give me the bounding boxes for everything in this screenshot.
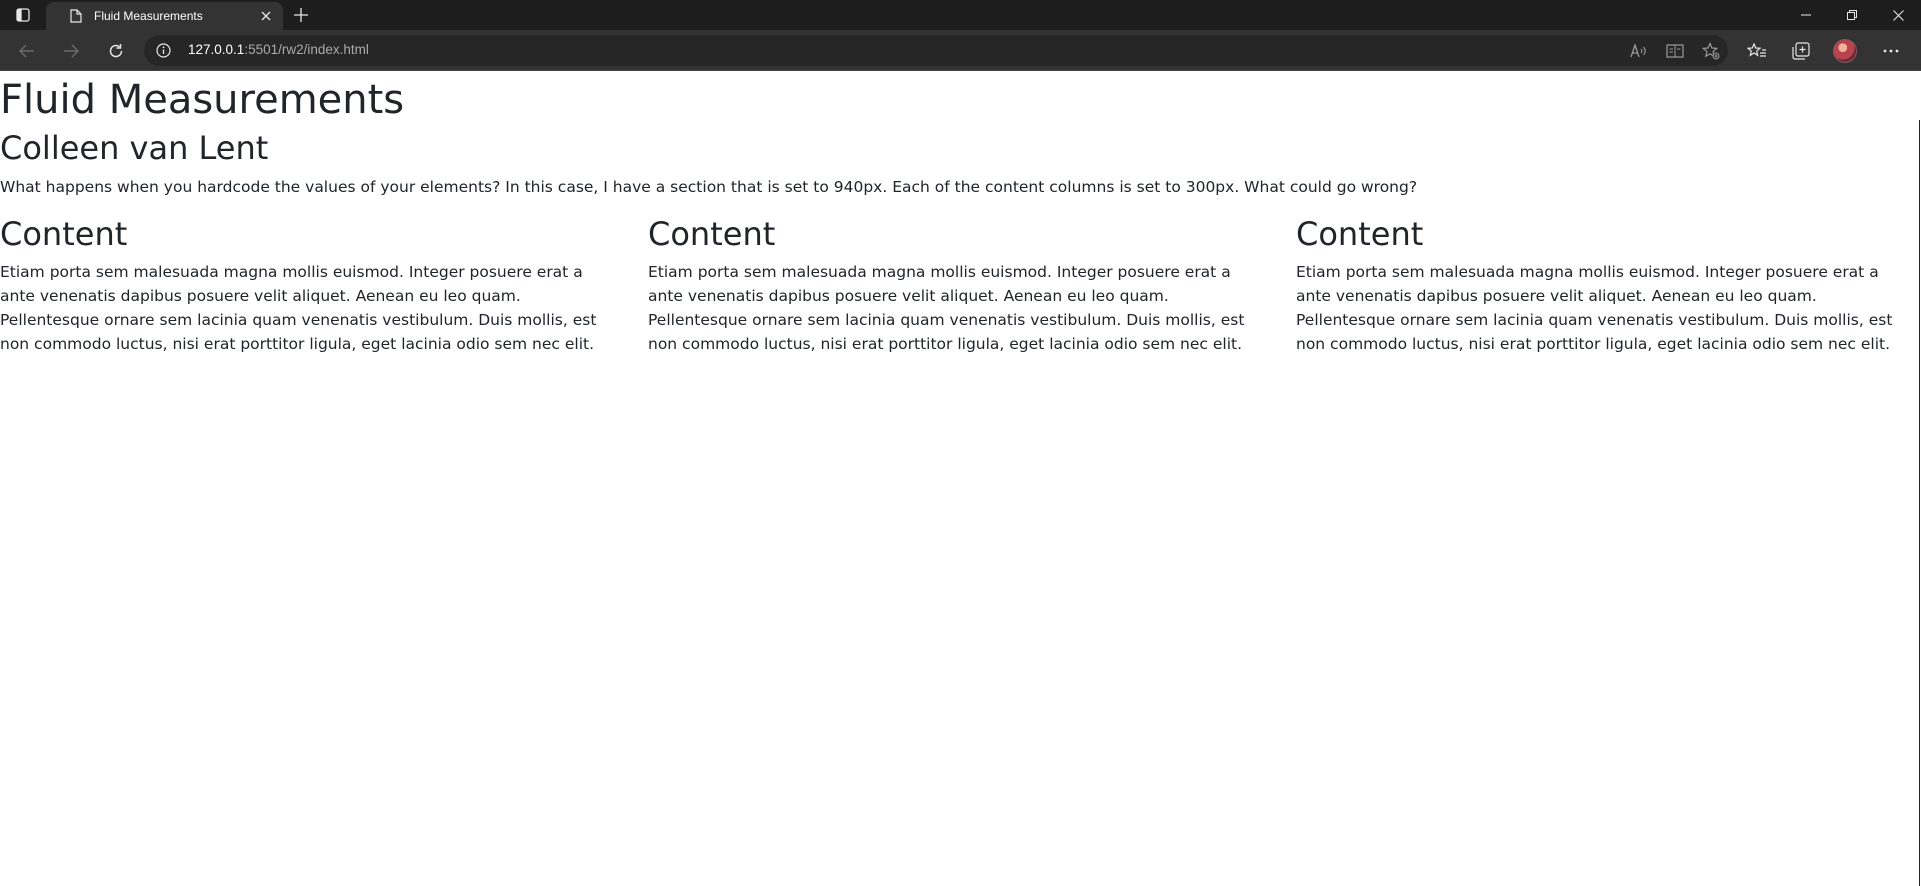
close-icon bbox=[1892, 9, 1904, 21]
tab-actions-icon bbox=[16, 8, 30, 22]
favorites-button[interactable] bbox=[1745, 39, 1769, 63]
more-icon bbox=[1883, 49, 1899, 53]
column-body: Etiam porta sem malesuada magna mollis e… bbox=[648, 263, 1245, 353]
avatar[interactable] bbox=[1833, 39, 1857, 63]
tab-bar: Fluid Measurements bbox=[0, 0, 1921, 30]
column-heading: Content bbox=[648, 215, 776, 253]
column-heading: Content bbox=[1296, 215, 1424, 253]
favorites-icon bbox=[1747, 42, 1766, 57]
close-icon bbox=[261, 11, 271, 21]
new-tab-button[interactable] bbox=[283, 0, 319, 30]
author-heading: Colleen van Lent bbox=[0, 129, 269, 167]
add-favorite-button[interactable] bbox=[1700, 41, 1722, 61]
close-window-button[interactable] bbox=[1875, 0, 1921, 30]
forward-arrow-icon bbox=[64, 44, 79, 58]
read-aloud-button[interactable] bbox=[1628, 41, 1650, 61]
back-arrow-icon bbox=[19, 44, 34, 58]
forward-button[interactable] bbox=[56, 36, 86, 66]
intro-paragraph: What happens when you hardcode the value… bbox=[0, 178, 1418, 196]
plus-icon bbox=[294, 8, 308, 22]
content-column: Content Etiam porta sem malesuada magna … bbox=[1296, 214, 1916, 356]
content-column: Content Etiam porta sem malesuada magna … bbox=[0, 214, 620, 356]
content-column: Content Etiam porta sem malesuada magna … bbox=[648, 214, 1268, 356]
tab-actions-button[interactable] bbox=[0, 0, 46, 30]
url-host: 127.0.0.1 bbox=[188, 42, 245, 57]
restore-button[interactable] bbox=[1829, 0, 1875, 30]
address-bar[interactable]: 127.0.0.1:5501/rw2/index.html bbox=[144, 35, 1728, 66]
tab-close-button[interactable] bbox=[259, 9, 273, 23]
read-aloud-icon bbox=[1630, 44, 1646, 58]
page-icon bbox=[70, 9, 82, 23]
collections-button[interactable] bbox=[1789, 39, 1813, 63]
refresh-button[interactable] bbox=[101, 36, 131, 66]
tab-title: Fluid Measurements bbox=[94, 9, 203, 23]
window-controls bbox=[1783, 0, 1921, 30]
active-tab[interactable]: Fluid Measurements bbox=[46, 2, 283, 30]
viewport-edge bbox=[1919, 120, 1920, 886]
more-button[interactable] bbox=[1879, 39, 1903, 63]
minimize-icon bbox=[1801, 14, 1811, 16]
collections-icon bbox=[1792, 42, 1810, 60]
restore-icon bbox=[1847, 10, 1857, 20]
page-title: Fluid Measurements bbox=[0, 77, 405, 123]
refresh-icon bbox=[109, 44, 123, 58]
minimize-button[interactable] bbox=[1783, 0, 1829, 30]
immersive-reader-button[interactable] bbox=[1664, 41, 1686, 61]
browser-toolbar: 127.0.0.1:5501/rw2/index.html bbox=[0, 30, 1921, 71]
page-viewport: Fluid Measurements Colleen van Lent What… bbox=[0, 72, 1921, 886]
back-button[interactable] bbox=[12, 36, 42, 66]
column-body: Etiam porta sem malesuada magna mollis e… bbox=[1296, 263, 1893, 353]
column-body: Etiam porta sem malesuada magna mollis e… bbox=[0, 263, 597, 353]
url-path: :5501/rw2/index.html bbox=[244, 42, 369, 57]
star-add-icon bbox=[1702, 42, 1720, 60]
url-text[interactable]: 127.0.0.1:5501/rw2/index.html bbox=[188, 42, 369, 57]
column-heading: Content bbox=[0, 215, 128, 253]
immersive-reader-icon bbox=[1666, 44, 1684, 58]
info-icon[interactable] bbox=[156, 43, 171, 58]
